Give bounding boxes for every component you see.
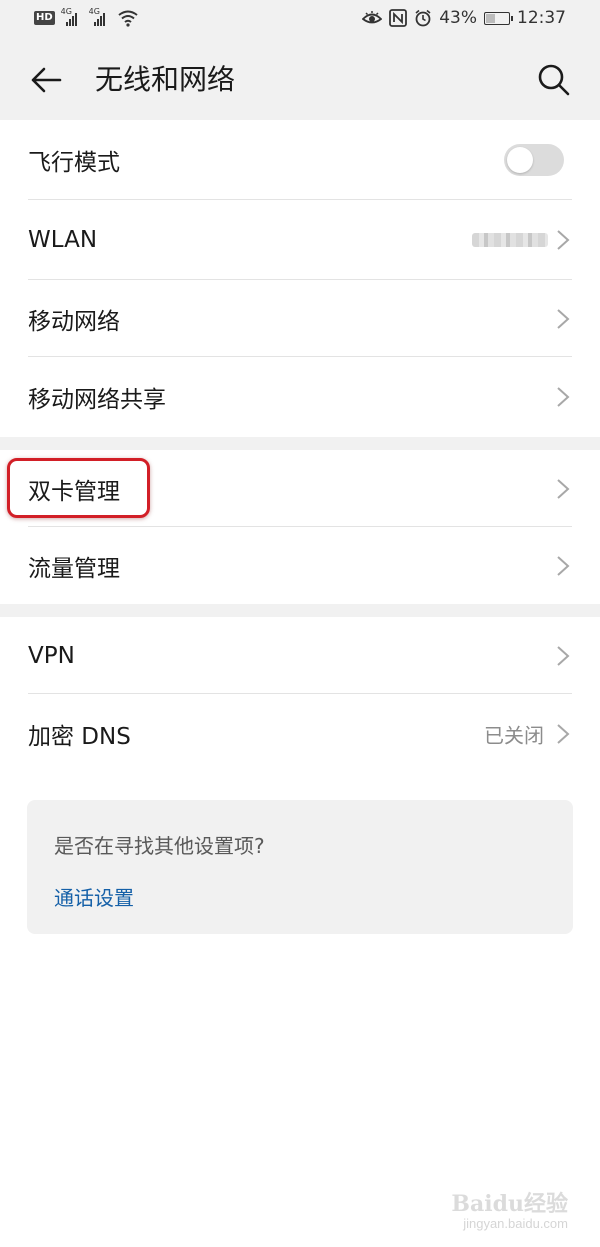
clock: 12:37	[517, 8, 566, 28]
hd-badge: HD	[34, 11, 55, 25]
signal-sim2-icon: 4G	[89, 7, 111, 28]
alarm-icon	[415, 9, 431, 27]
page-title: 无线和网络	[95, 63, 236, 96]
row-private-dns[interactable]: 加密 DNS 已关闭	[0, 694, 600, 774]
search-icon[interactable]	[536, 62, 572, 98]
baidu-watermark: Baidu经验 jingyan.baidu.com	[418, 1186, 568, 1234]
status-bar-right: 43% 12:37	[362, 8, 566, 28]
row-label: 流量管理	[28, 555, 120, 582]
row-mobile-network[interactable]: 移动网络	[0, 280, 600, 357]
battery-percent: 43%	[439, 8, 477, 28]
row-label: WLAN	[28, 227, 98, 253]
suggestion-question: 是否在寻找其他设置项?	[54, 834, 265, 858]
row-label: 移动网络	[28, 308, 120, 335]
group-separator	[0, 604, 600, 617]
row-wlan[interactable]: WLAN	[0, 200, 600, 280]
signal-sim1-icon: 4G	[61, 7, 83, 28]
watermark-url: jingyan.baidu.com	[463, 1216, 568, 1231]
app-header: 无线和网络	[0, 40, 600, 120]
back-arrow-icon[interactable]	[28, 62, 64, 98]
status-bar: HD 4G 4G 43% 12:37	[0, 0, 600, 40]
row-label: 加密 DNS	[28, 724, 131, 750]
chevron-right-icon	[557, 230, 570, 250]
private-dns-status: 已关闭	[484, 723, 544, 748]
row-vpn[interactable]: VPN	[0, 617, 600, 694]
battery-icon	[484, 11, 513, 25]
row-data-usage[interactable]: 流量管理	[0, 527, 600, 604]
wlan-network-name-obscured	[472, 233, 548, 247]
chevron-right-icon	[557, 645, 570, 666]
group-separator	[0, 437, 600, 450]
airplane-mode-toggle[interactable]	[504, 144, 564, 176]
eye-care-icon	[362, 11, 383, 24]
row-label: VPN	[28, 642, 75, 669]
row-label: 飞行模式	[28, 150, 120, 176]
nfc-icon	[389, 9, 408, 27]
chevron-right-icon	[557, 387, 570, 407]
watermark-brand: Baidu经验	[451, 1191, 568, 1217]
row-tethering[interactable]: 移动网络共享	[0, 357, 600, 437]
call-settings-link[interactable]: 通话设置	[54, 882, 134, 911]
wifi-icon	[118, 10, 138, 27]
row-airplane-mode[interactable]: 飞行模式	[0, 120, 600, 200]
row-label: 移动网络共享	[28, 387, 166, 413]
suggestion-card: 是否在寻找其他设置项? 通话设置	[27, 800, 573, 934]
status-bar-left: HD 4G 4G	[34, 7, 139, 28]
highlight-annotation	[7, 458, 150, 518]
chevron-right-icon	[557, 555, 570, 576]
chevron-right-icon	[557, 308, 570, 329]
toggle-knob	[507, 147, 533, 173]
chevron-right-icon	[557, 724, 570, 744]
chevron-right-icon	[557, 478, 570, 499]
